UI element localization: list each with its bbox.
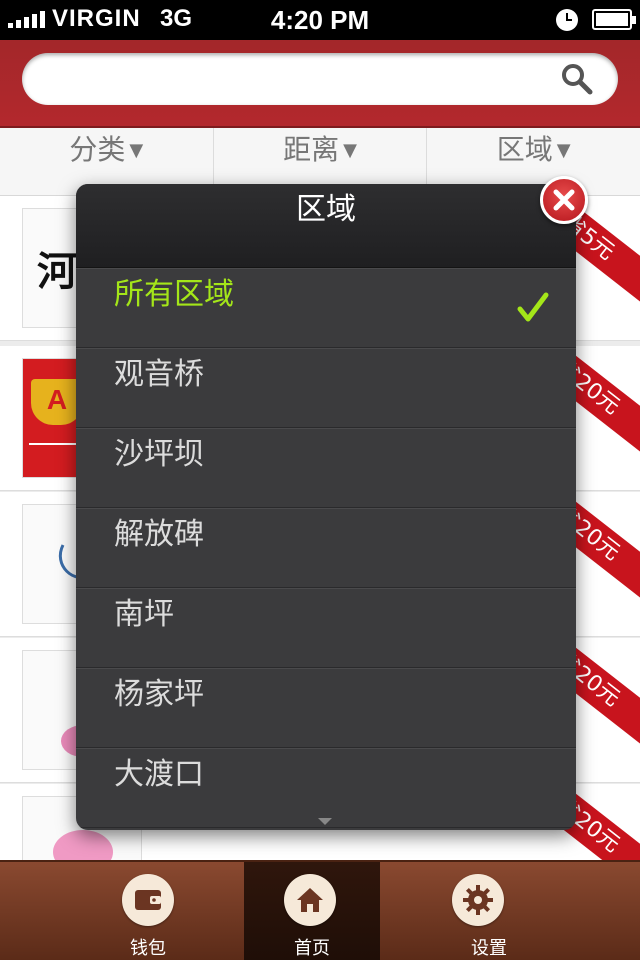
wallet-icon — [122, 874, 174, 926]
close-button[interactable] — [540, 176, 588, 224]
checkmark-icon — [517, 292, 549, 322]
status-time: 4:20 PM — [270, 5, 370, 35]
close-icon — [553, 189, 575, 211]
region-option[interactable]: 南坪 — [76, 588, 576, 668]
tab-wallet[interactable]: 钱包 — [0, 862, 244, 960]
chevron-down-icon: ▼ — [129, 140, 144, 161]
scroll-down-indicator — [318, 818, 332, 825]
region-popup: 区域 所有区域 观音桥 沙坪坝 解放碑 南坪 杨家坪 大渡口 — [76, 184, 576, 830]
filter-region-label: 区域 — [496, 133, 553, 166]
tab-label: 设置 — [471, 938, 507, 959]
tab-settings[interactable]: 设置 — [380, 862, 640, 960]
region-option[interactable]: 解放碑 — [76, 508, 576, 588]
thumbnail-text: 河 — [37, 249, 77, 295]
region-option[interactable]: 杨家坪 — [76, 668, 576, 748]
region-option-label: 沙坪坝 — [114, 437, 204, 472]
tab-label: 首页 — [294, 938, 330, 959]
search-icon[interactable] — [560, 62, 594, 96]
region-option-label: 所有区域 — [114, 277, 234, 312]
chevron-down-icon: ▼ — [556, 140, 571, 161]
status-bar: VIRGIN 3G 4:20 PM — [0, 0, 640, 40]
filter-category-label: 分类 — [69, 133, 126, 166]
filter-distance-label: 距离 — [283, 133, 340, 166]
popup-title: 区域 — [76, 184, 576, 268]
tab-home[interactable]: 首页 — [244, 862, 380, 960]
tab-bar: 钱包 首页 设置 — [0, 860, 640, 960]
alarm-icon — [556, 9, 578, 31]
region-option-label: 杨家坪 — [114, 677, 204, 712]
search-header — [0, 40, 640, 128]
battery-icon — [592, 9, 636, 30]
region-option-label: 大渡口 — [114, 757, 204, 792]
region-option[interactable]: 大渡口 — [76, 748, 576, 828]
search-input[interactable] — [22, 53, 618, 105]
region-option-label: 解放碑 — [114, 517, 204, 552]
region-option[interactable]: 所有区域 — [76, 268, 576, 348]
region-option[interactable]: 沙坪坝 — [76, 428, 576, 508]
chevron-down-icon: ▼ — [343, 140, 357, 161]
tab-label: 钱包 — [130, 938, 166, 959]
region-option-label: 观音桥 — [114, 357, 204, 392]
region-option-label: 南坪 — [114, 597, 174, 632]
gear-icon — [452, 874, 504, 926]
home-icon — [284, 874, 336, 926]
region-option[interactable]: 观音桥 — [76, 348, 576, 428]
